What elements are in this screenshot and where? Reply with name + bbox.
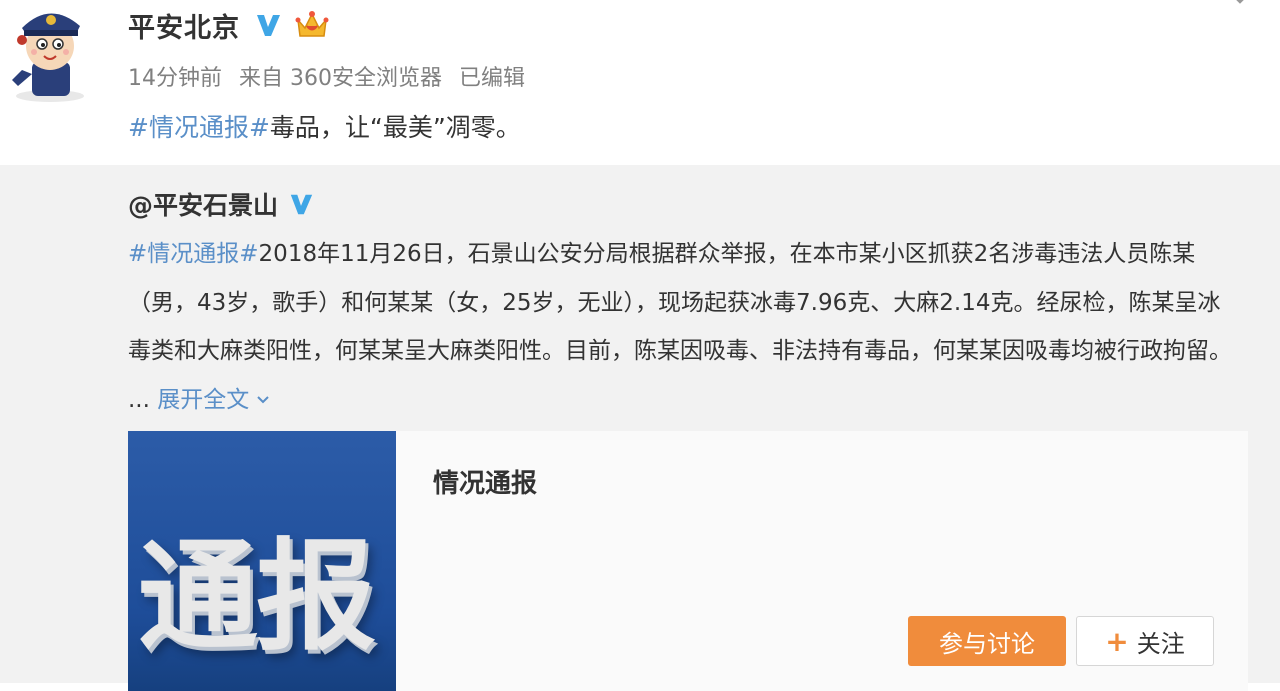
crown-badge-icon[interactable] — [294, 8, 330, 42]
repost-body: #情况通报#2018年11月26日，石景山公安分局根据群众举报，在本市某小区抓获… — [128, 230, 1238, 424]
card-thumbnail[interactable]: 通报 — [128, 431, 396, 691]
follow-label: 关注 — [1136, 629, 1185, 658]
join-discussion-button[interactable]: 参与讨论 — [908, 616, 1066, 666]
post-text: #情况通报#毒品，让“最美”凋零。 — [128, 108, 521, 144]
repost-hashtag-link[interactable]: #情况通报# — [128, 241, 259, 267]
author-name[interactable]: 平安北京 — [128, 6, 240, 45]
hashtag-link[interactable]: #情况通报# — [128, 113, 270, 142]
follow-button[interactable]: + 关注 — [1076, 616, 1214, 666]
chevron-down-icon[interactable] — [255, 392, 271, 408]
card-title[interactable]: 情况通报 — [433, 463, 537, 500]
post-source[interactable]: 来自 360安全浏览器 — [239, 66, 442, 91]
link-card[interactable]: 通报 情况通报 参与讨论 + 关注 — [128, 431, 1248, 691]
plus-icon: + — [1105, 624, 1129, 658]
police-avatar[interactable] — [4, 0, 96, 102]
discuss-label: 参与讨论 — [939, 629, 1035, 658]
repost-text: 2018年11月26日，石景山公安分局根据群众举报，在本市某小区抓获2名涉毒违法… — [128, 241, 1232, 413]
expand-full-text-link[interactable]: 展开全文 — [157, 387, 271, 413]
thumbnail-text: 通报 — [138, 528, 376, 667]
post-time[interactable]: 14分钟前 — [128, 66, 222, 91]
repost-author-name[interactable]: @平安石景山 — [128, 186, 278, 222]
chevron-down-icon[interactable] — [1228, 0, 1252, 10]
verified-v-icon — [290, 194, 313, 215]
post-body: 毒品，让“最美”凋零。 — [269, 113, 521, 142]
weibo-post: 平安北京 14分钟前 来自 360安全浏览器 已编辑 #情况通报#毒品，让“最美… — [0, 0, 1280, 165]
edited-label[interactable]: 已编辑 — [459, 66, 525, 91]
verified-v-icon — [257, 15, 280, 36]
post-meta: 14分钟前 来自 360安全浏览器 已编辑 — [128, 60, 535, 92]
repost-container: @平安石景山 #情况通报#2018年11月26日，石景山公安分局根据群众举报，在… — [0, 165, 1280, 691]
expand-label[interactable]: 展开全文 — [157, 387, 249, 413]
repost-author-row: @平安石景山 — [128, 186, 314, 222]
